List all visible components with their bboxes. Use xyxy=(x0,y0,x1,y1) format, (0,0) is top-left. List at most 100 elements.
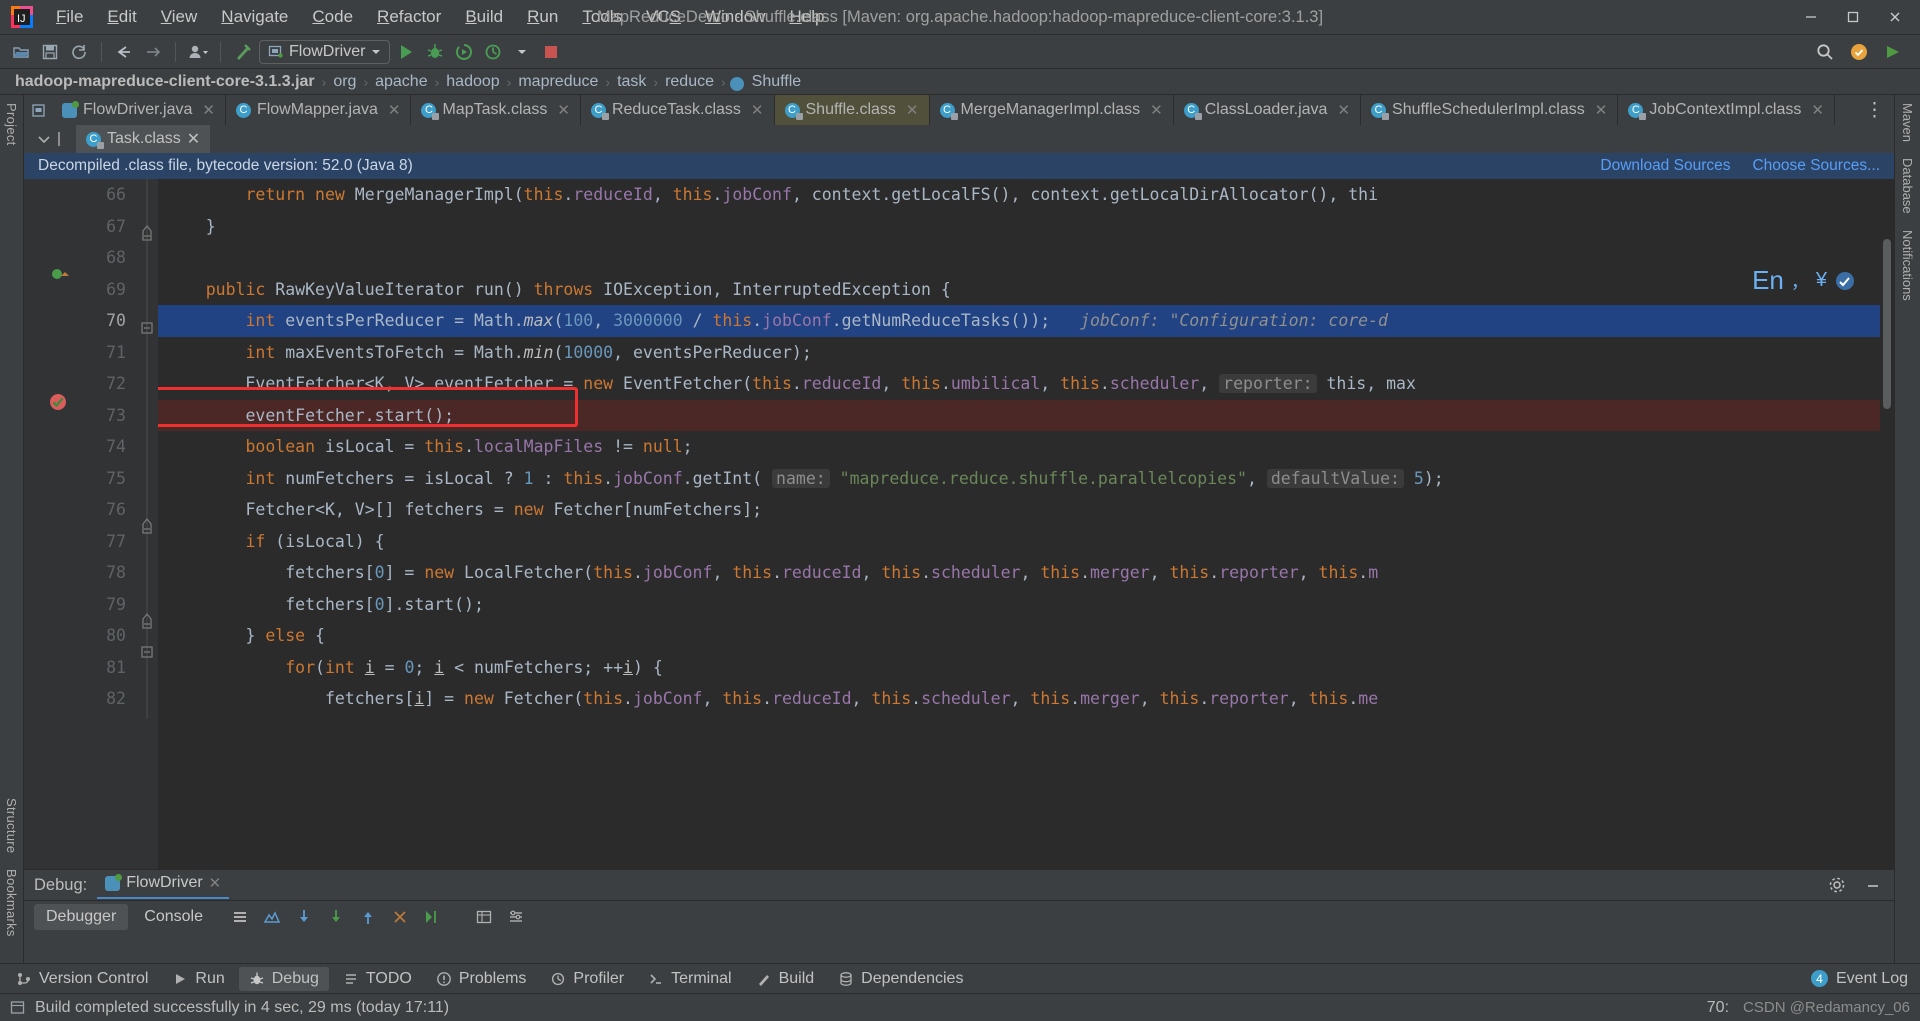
forward-arrow-icon[interactable] xyxy=(140,39,166,65)
step-into-icon[interactable] xyxy=(325,906,347,928)
frames-icon[interactable] xyxy=(229,906,251,928)
bottom-item-run[interactable]: Run xyxy=(162,967,234,991)
editor-vertical-scrollbar[interactable] xyxy=(1880,179,1894,869)
menu-navigate[interactable]: Navigate xyxy=(209,4,300,30)
coverage-button[interactable] xyxy=(451,39,477,65)
menu-window[interactable]: Window xyxy=(693,4,777,30)
event-log-label[interactable]: Event Log xyxy=(1836,970,1908,988)
run-button[interactable] xyxy=(393,39,419,65)
code-line-69[interactable]: public RawKeyValueIterator run() throws … xyxy=(158,274,1880,306)
bottom-item-todo[interactable]: TODO xyxy=(333,967,422,991)
tab-classloader-java[interactable]: ClassLoader.java ✕ xyxy=(1174,95,1362,125)
tab-close-icon[interactable]: ✕ xyxy=(1150,101,1163,119)
close-button[interactable] xyxy=(1874,1,1916,33)
breadcrumb-item-7[interactable]: Shuffle xyxy=(749,73,805,91)
choose-sources-link[interactable]: Choose Sources... xyxy=(1752,157,1880,175)
code-line-70[interactable]: int eventsPerReducer = Math.max(100, 300… xyxy=(158,305,1880,337)
code-line-75[interactable]: int numFetchers = isLocal ? 1 : this.job… xyxy=(158,463,1880,495)
right-tool-rail[interactable]: Maven Database Notifications xyxy=(1894,95,1920,963)
menu-refactor[interactable]: Refactor xyxy=(365,4,453,30)
step-out-icon[interactable] xyxy=(357,906,379,928)
tabs-overflow-icon[interactable]: ⋮ xyxy=(1865,99,1884,122)
build-hammer-icon[interactable] xyxy=(230,39,256,65)
menu-help[interactable]: Help xyxy=(777,4,836,30)
breadcrumb-item-1[interactable]: org xyxy=(330,73,359,91)
step-over-icon[interactable] xyxy=(293,906,315,928)
stop-button[interactable] xyxy=(538,39,564,65)
notification-icon[interactable] xyxy=(1846,39,1872,65)
breadcrumb[interactable]: hadoop-mapreduce-client-core-3.1.3.jar ›… xyxy=(0,69,1920,95)
code-line-73[interactable]: eventFetcher.start(); xyxy=(158,399,1880,431)
force-step-icon[interactable] xyxy=(389,906,411,928)
ime-indicator[interactable]: En ， ¥ xyxy=(1752,265,1856,296)
profiler-dropdown-icon[interactable] xyxy=(509,39,535,65)
menu-file[interactable]: File xyxy=(44,4,95,30)
code-line-66[interactable]: return new MergeManagerImpl(this.reduceI… xyxy=(158,179,1880,211)
minimize-icon[interactable] xyxy=(1862,874,1884,896)
save-icon[interactable] xyxy=(37,39,63,65)
code-line-82[interactable]: fetchers[i] = new Fetcher(this.jobConf, … xyxy=(158,683,1880,715)
menu-view[interactable]: View xyxy=(149,4,210,30)
sidebar-item-maven[interactable]: Maven xyxy=(1900,95,1915,150)
tab-mergemanagerimpl-class[interactable]: MergeManagerImpl.class ✕ xyxy=(930,95,1174,125)
code-line-76[interactable]: Fetcher<K, V>[] fetchers = new Fetcher[n… xyxy=(158,494,1880,526)
debug-session-tab[interactable]: FlowDriver ✕ xyxy=(97,871,230,899)
menu-build[interactable]: Build xyxy=(453,4,515,30)
sidebar-item-notifications[interactable]: Notifications xyxy=(1900,222,1915,309)
editor-tabs-row-1[interactable]: FlowDriver.java ✕ FlowMapper.java ✕ MapT… xyxy=(24,95,1894,125)
tab-debugger[interactable]: Debugger xyxy=(34,903,129,930)
sidebar-item-structure[interactable]: Structure xyxy=(4,790,19,861)
tab-close-icon[interactable]: ✕ xyxy=(1595,101,1608,119)
caret-position[interactable]: 70: xyxy=(1707,999,1729,1017)
event-log-area[interactable]: 4 Event Log xyxy=(1810,970,1914,988)
tab-close-icon[interactable]: ✕ xyxy=(906,101,919,119)
code-line-74[interactable]: boolean isLocal = this.localMapFiles != … xyxy=(158,431,1880,463)
bottom-item-build[interactable]: Build xyxy=(746,967,825,991)
menu-edit[interactable]: Edit xyxy=(95,4,148,30)
evaluate-icon[interactable] xyxy=(261,906,283,928)
sidebar-item-bookmarks[interactable]: Bookmarks xyxy=(4,861,19,945)
breadcrumb-item-3[interactable]: hadoop xyxy=(443,73,502,91)
code-text[interactable]: return new MergeManagerImpl(this.reduceI… xyxy=(158,179,1880,869)
table-icon[interactable] xyxy=(473,906,495,928)
menu-vcs[interactable]: VCS xyxy=(634,4,693,30)
run-to-cursor-icon[interactable] xyxy=(421,906,443,928)
tab-reducetask-class[interactable]: ReduceTask.class ✕ xyxy=(581,95,775,125)
debug-action-icons[interactable] xyxy=(229,906,527,928)
main-toolbar[interactable]: FlowDriver xyxy=(0,35,1920,69)
bottom-item-terminal[interactable]: Terminal xyxy=(638,967,741,991)
tab-flowdriver-java[interactable]: FlowDriver.java ✕ xyxy=(52,95,226,125)
gear-icon[interactable] xyxy=(1826,874,1848,896)
code-line-78[interactable]: fetchers[0] = new LocalFetcher(this.jobC… xyxy=(158,557,1880,589)
status-right[interactable]: 70: CSDN @Redamancy_06 xyxy=(1707,999,1910,1017)
menu-tools[interactable]: Tools xyxy=(570,4,634,30)
tab-jobcontextimpl-class[interactable]: JobContextImpl.class ✕ xyxy=(1618,95,1835,125)
editor-tabs-row-2[interactable]: Task.class ✕ xyxy=(24,125,1894,153)
minimize-button[interactable] xyxy=(1790,1,1832,33)
tool-window-bar[interactable]: Version Control Run Debug TODO Problems … xyxy=(0,963,1920,993)
run-configuration-selector[interactable]: FlowDriver xyxy=(259,39,391,64)
back-arrow-icon[interactable] xyxy=(111,39,137,65)
code-line-77[interactable]: if (isLocal) { xyxy=(158,526,1880,558)
search-icon[interactable] xyxy=(1812,39,1838,65)
code-line-67[interactable]: } xyxy=(158,211,1880,243)
tab-close-icon[interactable]: ✕ xyxy=(1811,101,1824,119)
tab-task-class[interactable]: Task.class ✕ xyxy=(76,125,211,153)
breadcrumb-item-2[interactable]: apache xyxy=(372,73,431,91)
tab-shuffleschedulerimpl-class[interactable]: ShuffleSchedulerImpl.class ✕ xyxy=(1361,95,1619,125)
code-line-79[interactable]: fetchers[0].start(); xyxy=(158,589,1880,621)
bottom-item-problems[interactable]: Problems xyxy=(426,967,537,991)
tab-close-icon[interactable]: ✕ xyxy=(751,101,764,119)
sidebar-item-project[interactable]: Project xyxy=(4,95,19,154)
menu-run[interactable]: Run xyxy=(515,4,570,30)
code-line-72[interactable]: EventFetcher<K, V> eventFetcher = new Ev… xyxy=(158,368,1880,400)
tab-shuffle-class[interactable]: Shuffle.class ✕ xyxy=(774,95,930,125)
code-editor[interactable]: 66 67 68 69 70 71 72 73 74 75 76 77 78 7… xyxy=(24,179,1894,869)
tab-close-icon[interactable]: ✕ xyxy=(388,101,401,119)
main-menu[interactable]: File Edit View Navigate Code Refactor Bu… xyxy=(44,4,836,30)
breadcrumb-item-0[interactable]: hadoop-mapreduce-client-core-3.1.3.jar xyxy=(12,73,318,91)
menu-code[interactable]: Code xyxy=(300,4,365,30)
settings-lines-icon[interactable] xyxy=(505,906,527,928)
profiler-button[interactable] xyxy=(480,39,506,65)
notification-links[interactable]: Download Sources Choose Sources... xyxy=(1600,157,1880,175)
